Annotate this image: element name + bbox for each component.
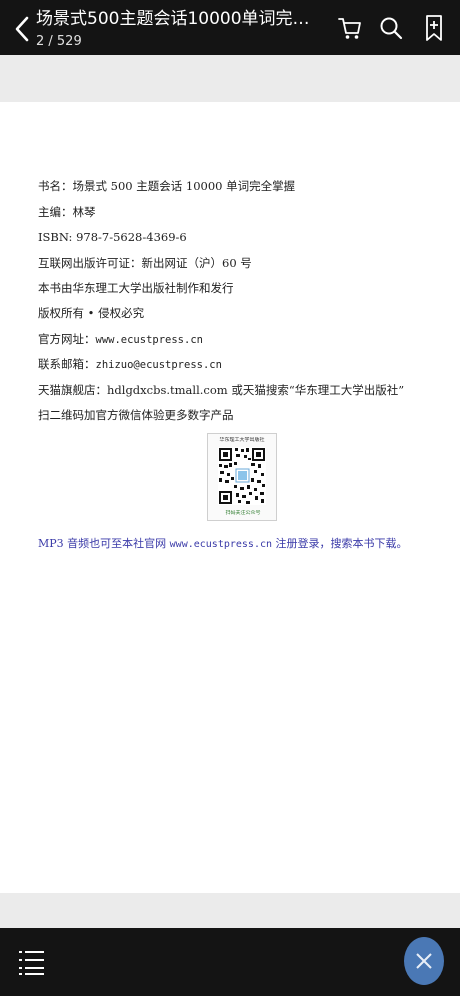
cart-icon — [338, 18, 361, 39]
mp3-note-url[interactable]: www.ecustpress.cn — [170, 539, 272, 550]
book-page[interactable]: 书名：场景式 500 主题会话 10000 单词完全掌握 主编：林琴 ISBN:… — [0, 102, 460, 893]
info-value: 林琴 — [72, 205, 96, 219]
info-line-publisher: 本书由华东理工大学出版社制作和发行 — [38, 280, 234, 296]
info-label: ISBN: — [38, 230, 77, 244]
mp3-note-suffix: 注册登录，搜索本书下载。 — [272, 537, 408, 550]
back-button[interactable] — [10, 12, 34, 46]
info-value: 新出网证（沪）60 号 — [141, 256, 252, 270]
info-label: 官方网址： — [38, 332, 96, 346]
info-label: 天猫旗舰店： — [38, 383, 107, 397]
info-line-website: 官方网址：www.ecustpress.cn — [38, 331, 203, 348]
table-of-contents-button[interactable] — [18, 948, 46, 976]
top-toolbar: 场景式500主题会话10000单词完全掌握 2 / 529 — [0, 0, 460, 55]
info-line-qr-hint: 扫二维码加官方微信体验更多数字产品 — [38, 407, 234, 423]
info-line-copyright: 版权所有 • 侵权必究 — [38, 305, 144, 321]
info-value: 版权所有 • 侵权必究 — [38, 306, 145, 320]
qr-header-text: 华东理工大学出版社 — [219, 437, 265, 443]
info-value: 本书由华东理工大学出版社制作和发行 — [38, 281, 234, 295]
info-line-isbn: ISBN: 978-7-5628-4369-6 — [38, 229, 187, 245]
book-title: 场景式500主题会话10000单词完全掌握 — [36, 9, 326, 29]
search-icon — [380, 17, 403, 40]
info-value: 场景式 500 主题会话 10000 单词完全掌握 — [72, 179, 296, 193]
mp3-download-note: MP3 音频也可至本社官网 www.ecustpress.cn 注册登录，搜索本… — [38, 536, 408, 553]
wechat-qr-card: 华东理工大学出版社 扫码关注公众号 — [207, 433, 277, 521]
qr-code-image — [218, 447, 266, 505]
info-label: 联系邮箱： — [38, 357, 96, 371]
info-line-license: 互联网出版许可证：新出网证（沪）60 号 — [38, 255, 252, 271]
mp3-note-prefix: MP3 音频也可至本社官网 — [38, 537, 170, 550]
info-value: zhizuo@ecustpress.cn — [95, 359, 222, 371]
info-line-title: 书名：场景式 500 主题会话 10000 单词完全掌握 — [38, 178, 295, 194]
info-label: 主编： — [38, 205, 73, 219]
page-counter: 2 / 529 — [36, 34, 82, 49]
bookmark-add-icon — [426, 15, 442, 41]
chevron-left-icon — [15, 16, 29, 42]
bookmark-button[interactable] — [419, 12, 449, 44]
qr-footer-text: 扫码关注公众号 — [225, 510, 261, 516]
bottom-toolbar — [0, 928, 460, 996]
info-line-store: 天猫旗舰店：hdlgdxcbs.tmall.com 或天猫搜索“华东理工大学出版… — [38, 382, 404, 398]
close-icon — [416, 953, 432, 969]
info-value: 978-7-5628-4369-6 — [76, 230, 187, 244]
info-line-email: 联系邮箱：zhizuo@ecustpress.cn — [38, 356, 222, 373]
info-value: www.ecustpress.cn — [95, 334, 203, 346]
info-value: 扫二维码加官方微信体验更多数字产品 — [38, 408, 234, 422]
search-button[interactable] — [376, 12, 406, 44]
list-menu-icon — [19, 951, 44, 975]
info-value: hdlgdxcbs.tmall.com 或天猫搜索“华东理工大学出版社” — [107, 383, 405, 397]
close-button[interactable] — [404, 937, 444, 985]
info-label: 书名： — [38, 179, 73, 193]
info-line-editor: 主编：林琴 — [38, 204, 96, 220]
cart-button[interactable] — [335, 12, 365, 44]
info-label: 互联网出版许可证： — [38, 256, 142, 270]
